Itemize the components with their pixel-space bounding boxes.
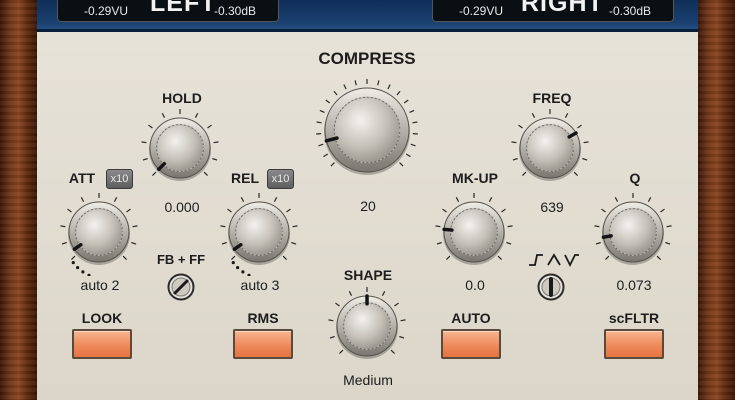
fbff-switch[interactable] bbox=[167, 273, 195, 301]
freq-value: 639 bbox=[540, 199, 564, 215]
look-button[interactable] bbox=[72, 329, 132, 359]
scfltr-label: scFLTR bbox=[608, 310, 660, 326]
meter-right-vu: -0.29VU bbox=[459, 4, 504, 18]
meter-right-db: -0.30dB bbox=[608, 4, 651, 18]
rel-label: REL bbox=[231, 170, 259, 186]
compress-label: COMPRESS bbox=[318, 49, 416, 68]
meter-right: -0.29VU RIGHT -0.30dB bbox=[432, 0, 674, 22]
hold-knob[interactable] bbox=[136, 104, 224, 192]
auto-label: AUTO bbox=[451, 310, 491, 326]
q-knob[interactable] bbox=[589, 188, 677, 276]
filter-shape-switch[interactable] bbox=[537, 273, 565, 301]
q-label: Q bbox=[629, 170, 641, 186]
mkup-value: 0.0 bbox=[465, 277, 485, 293]
auto-button[interactable] bbox=[441, 329, 501, 359]
att-value: auto 2 bbox=[80, 277, 120, 293]
shape-value: Medium bbox=[343, 372, 393, 388]
look-label: LOOK bbox=[81, 310, 123, 326]
att-label: ATT bbox=[68, 170, 96, 186]
shape-label: SHAPE bbox=[343, 267, 393, 283]
mkup-knob[interactable] bbox=[430, 188, 518, 276]
freq-knob[interactable] bbox=[506, 104, 594, 192]
scfltr-button[interactable] bbox=[604, 329, 664, 359]
rms-button[interactable] bbox=[233, 329, 293, 359]
hold-value: 0.000 bbox=[164, 199, 200, 215]
meter-left-vu: -0.29VU bbox=[84, 4, 129, 18]
rel-value: auto 3 bbox=[240, 277, 280, 293]
meter-left-db: -0.30dB bbox=[213, 4, 256, 18]
meter-right-label: RIGHT bbox=[521, 0, 604, 17]
wood-side-left bbox=[0, 0, 37, 400]
mkup-label: MK-UP bbox=[452, 170, 498, 186]
fbff-label: FB + FF bbox=[156, 252, 206, 267]
shape-knob[interactable] bbox=[323, 282, 411, 370]
rms-label: RMS bbox=[247, 310, 279, 326]
q-value: 0.073 bbox=[616, 277, 652, 293]
rel-x10-button[interactable]: x10 bbox=[267, 169, 294, 189]
att-x10-button[interactable]: x10 bbox=[106, 169, 133, 189]
compress-value: 20 bbox=[360, 198, 376, 214]
wood-side-right bbox=[698, 0, 735, 400]
att-knob[interactable] bbox=[55, 188, 143, 276]
rel-knob[interactable] bbox=[215, 188, 303, 276]
meter-left-label: LEFT bbox=[150, 0, 217, 17]
meter-left: -0.29VU LEFT -0.30dB bbox=[57, 0, 279, 22]
compress-knob[interactable] bbox=[311, 74, 423, 186]
filter-shape-icon bbox=[529, 253, 579, 268]
